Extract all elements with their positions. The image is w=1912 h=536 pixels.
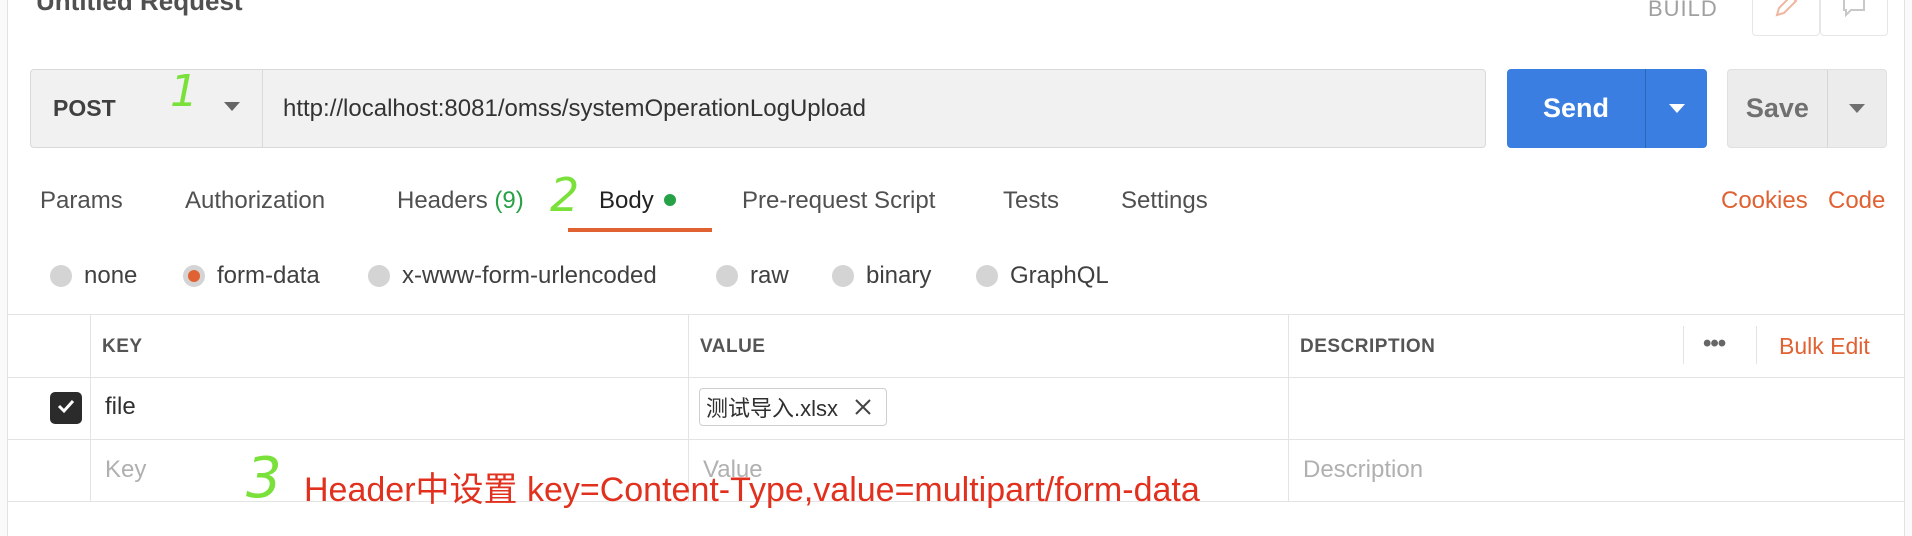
body-type-form-data[interactable]: form-data — [183, 262, 320, 290]
column-header-value: VALUE — [700, 336, 766, 357]
column-divider — [90, 314, 91, 501]
tab-tests[interactable]: Tests — [1003, 187, 1059, 215]
body-type-graphql-label: GraphQL — [1010, 262, 1109, 289]
row-key[interactable]: file — [105, 393, 136, 421]
tab-prerequest-script[interactable]: Pre-request Script — [742, 187, 935, 215]
column-divider — [1756, 326, 1757, 364]
column-divider — [1683, 326, 1684, 364]
left-panel-edge — [0, 0, 8, 536]
url-value: http://localhost:8081/omss/systemOperati… — [283, 94, 866, 122]
method-select[interactable]: POST — [30, 69, 262, 148]
send-button[interactable]: Send — [1507, 69, 1645, 148]
save-button[interactable]: Save — [1728, 70, 1827, 147]
table-header-border — [8, 377, 1904, 378]
radio-icon — [368, 265, 390, 287]
method-value: POST — [53, 95, 116, 121]
description-input[interactable]: Description — [1303, 456, 1423, 484]
tab-settings[interactable]: Settings — [1121, 187, 1208, 215]
annotation-mark-3: 3 — [246, 446, 282, 511]
radio-icon — [50, 265, 72, 287]
body-modified-indicator — [663, 193, 676, 206]
chevron-down-icon — [224, 102, 240, 111]
radio-selected-icon — [183, 265, 205, 287]
body-type-raw[interactable]: raw — [716, 262, 789, 290]
body-type-none-label: none — [84, 262, 138, 289]
active-tab-underline — [568, 228, 712, 232]
body-type-form-data-label: form-data — [217, 262, 320, 289]
send-button-group: Send — [1507, 69, 1707, 148]
table-row-border — [8, 439, 1904, 440]
close-icon[interactable] — [854, 398, 872, 416]
body-type-graphql[interactable]: GraphQL — [976, 262, 1109, 290]
more-options-icon[interactable]: ••• — [1703, 330, 1726, 358]
chevron-down-icon — [1668, 104, 1685, 113]
key-input[interactable]: Key — [105, 456, 146, 484]
right-panel-edge — [1904, 0, 1912, 536]
radio-icon — [716, 265, 738, 287]
tab-headers[interactable]: Headers (9) — [397, 187, 524, 215]
row-enabled-checkbox[interactable] — [50, 392, 82, 424]
cookies-link[interactable]: Cookies — [1721, 187, 1808, 215]
chevron-down-icon — [1848, 104, 1865, 113]
body-type-binary[interactable]: binary — [832, 262, 931, 290]
tab-authorization[interactable]: Authorization — [185, 187, 325, 215]
edit-button[interactable] — [1752, 0, 1820, 36]
build-mode-label[interactable]: BUILD — [1648, 0, 1718, 22]
tab-params[interactable]: Params — [40, 187, 123, 215]
send-options-button[interactable] — [1645, 69, 1707, 148]
annotation-note: Header中设置 key=Content-Type,value=multipa… — [304, 471, 1200, 509]
body-type-urlencoded[interactable]: x-www-form-urlencoded — [368, 262, 657, 290]
tab-body-label: Body — [599, 187, 654, 214]
save-options-button[interactable] — [1826, 70, 1886, 147]
body-type-none[interactable]: none — [50, 262, 137, 290]
pencil-icon — [1773, 0, 1799, 24]
tab-headers-label: Headers — [397, 187, 488, 214]
body-type-binary-label: binary — [866, 262, 932, 289]
table-top-border — [8, 314, 1904, 315]
column-header-key: KEY — [102, 336, 143, 357]
headers-count-badge: (9) — [494, 187, 524, 214]
check-icon — [56, 396, 76, 421]
url-input[interactable]: http://localhost:8081/omss/systemOperati… — [262, 69, 1486, 148]
file-name: 测试导入.xlsx — [706, 396, 839, 421]
tab-body[interactable]: Body — [599, 187, 676, 215]
comments-button[interactable] — [1820, 0, 1888, 36]
file-chip[interactable]: 测试导入.xlsx — [699, 388, 888, 426]
body-type-raw-label: raw — [750, 262, 789, 289]
body-type-urlencoded-label: x-www-form-urlencoded — [402, 262, 657, 289]
save-button-group: Save — [1727, 69, 1887, 148]
bulk-edit-link[interactable]: Bulk Edit — [1779, 333, 1870, 360]
comment-icon — [1841, 0, 1867, 24]
column-divider — [1288, 314, 1289, 501]
radio-icon — [976, 265, 998, 287]
annotation-mark-1: 1 — [170, 66, 198, 117]
radio-icon — [832, 265, 854, 287]
request-title[interactable]: Untitled Request — [36, 0, 243, 17]
column-header-description: DESCRIPTION — [1300, 336, 1436, 357]
code-link[interactable]: Code — [1828, 187, 1885, 215]
annotation-mark-2: 2 — [550, 168, 580, 222]
